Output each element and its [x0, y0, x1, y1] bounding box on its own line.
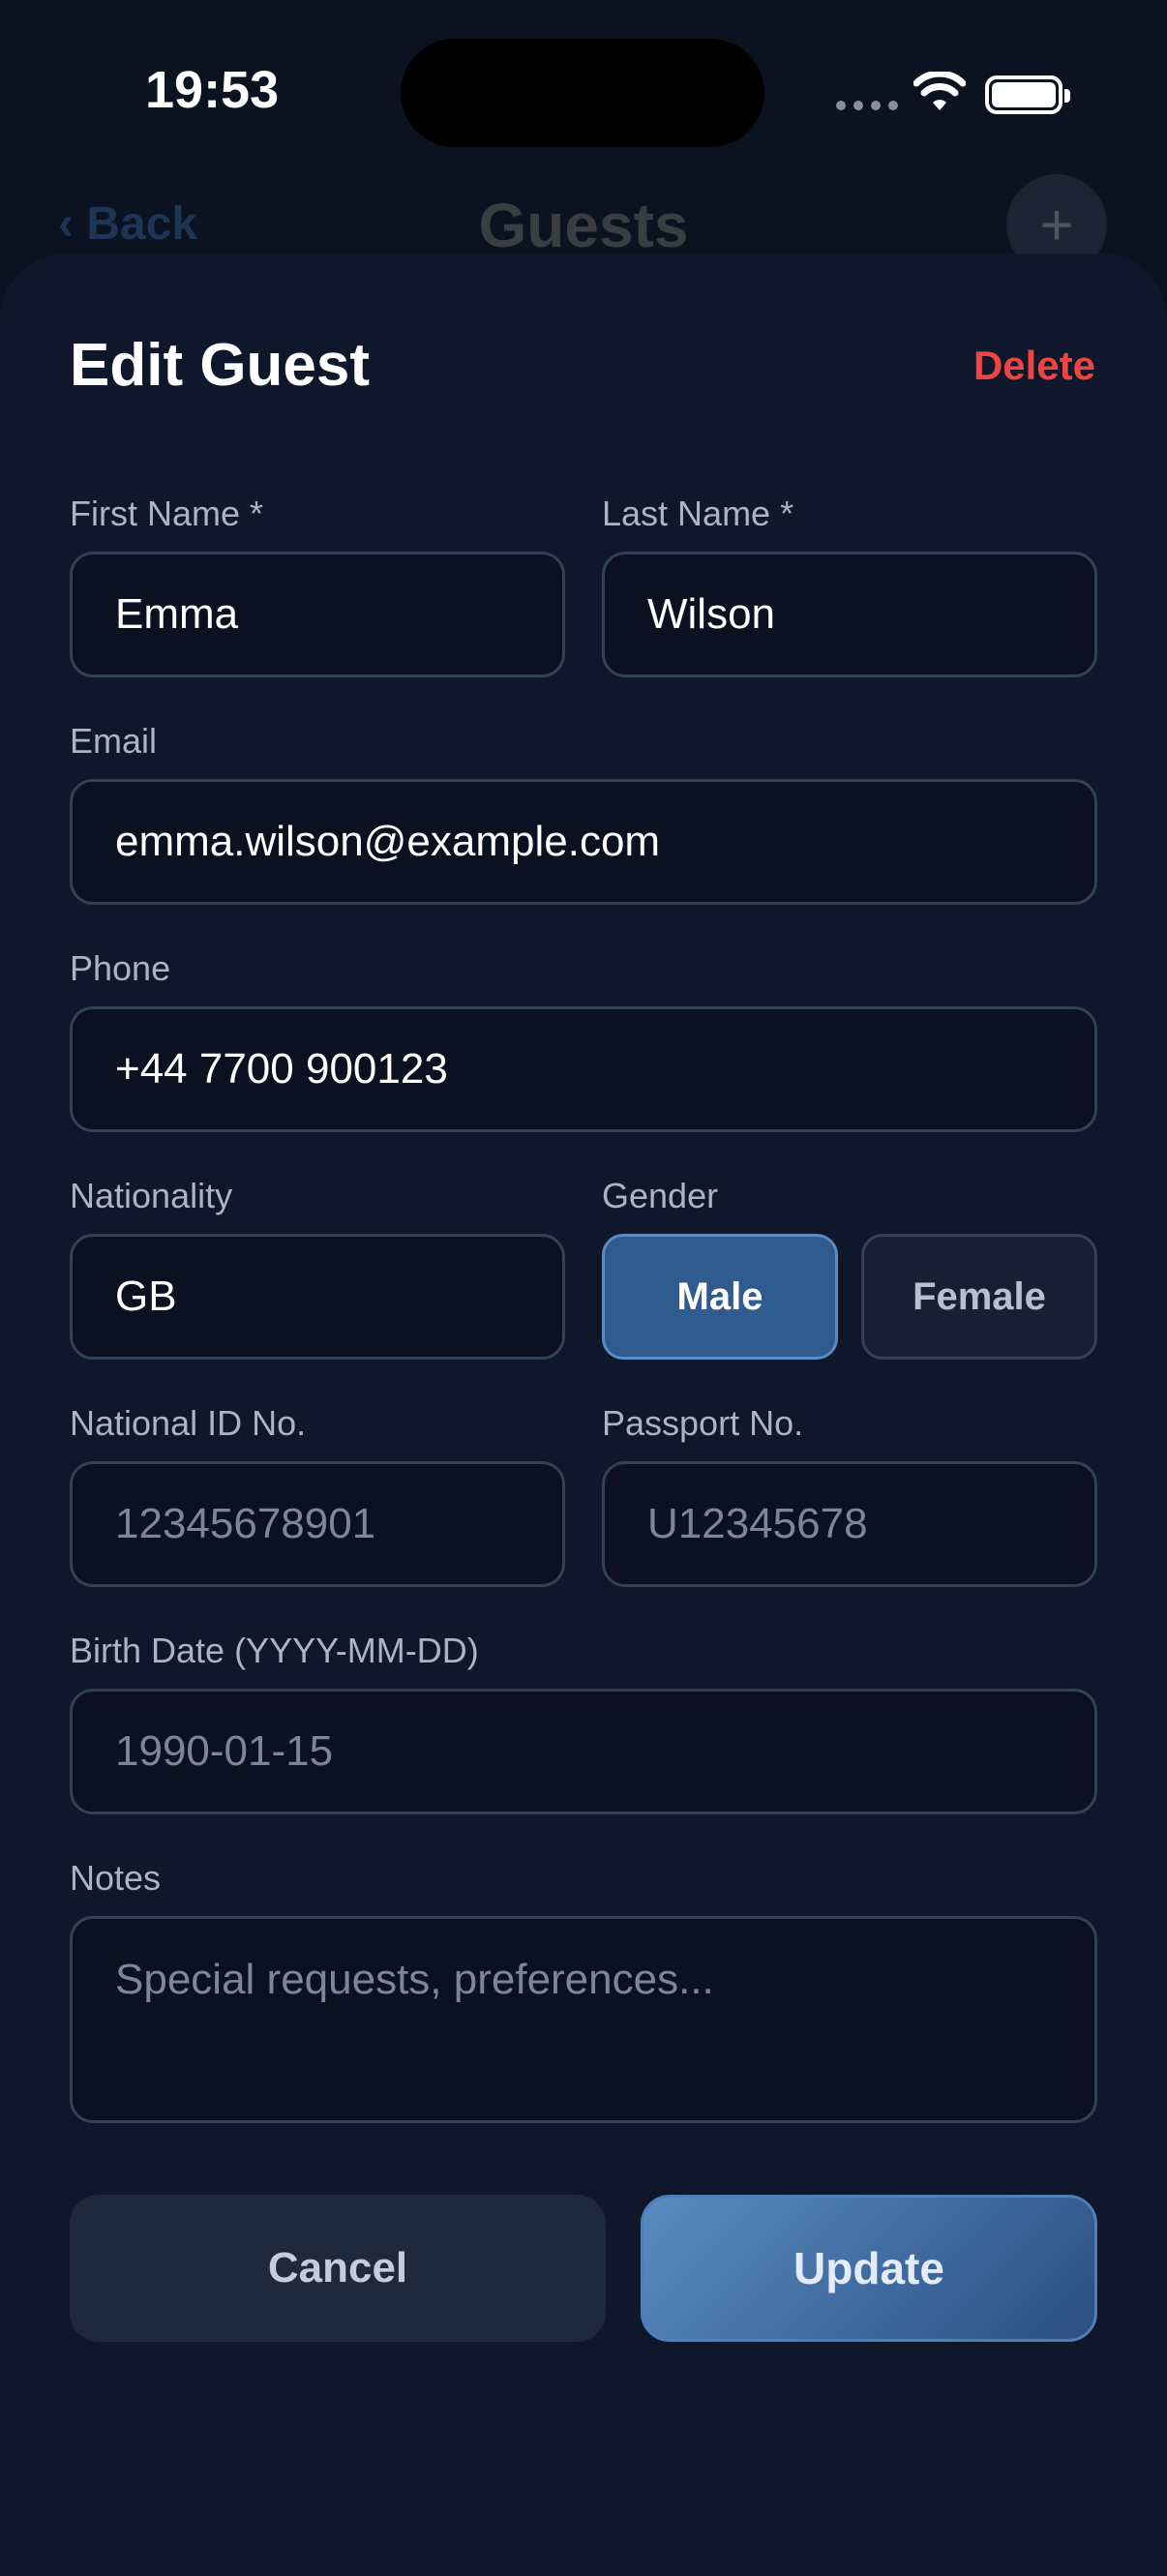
birth-date-label: Birth Date (YYYY-MM-DD)	[70, 1631, 479, 1670]
notes-textarea[interactable]: Special requests, preferences...	[70, 1916, 1097, 2123]
passport-input[interactable]: U12345678	[602, 1461, 1097, 1587]
cellular-signal-icon	[836, 101, 898, 110]
notes-label: Notes	[70, 1858, 162, 1898]
dynamic-island	[401, 39, 764, 147]
birth-date-input[interactable]: 1990-01-15	[70, 1689, 1097, 1814]
first-name-label: First Name *	[70, 494, 264, 533]
battery-icon	[985, 75, 1070, 114]
cancel-button[interactable]: Cancel	[70, 2195, 606, 2342]
national-id-label: National ID No.	[70, 1403, 307, 1443]
first-name-input[interactable]: Emma	[70, 552, 565, 677]
delete-button[interactable]: Delete	[929, 343, 1095, 389]
update-button[interactable]: Update	[641, 2195, 1097, 2342]
guests-page-title: Guests	[478, 191, 689, 260]
last-name-label: Last Name *	[602, 494, 794, 533]
email-label: Email	[70, 721, 158, 761]
nationality-input[interactable]: GB	[70, 1234, 565, 1360]
email-input[interactable]: emma.wilson@example.com	[70, 779, 1097, 905]
passport-label: Passport No.	[602, 1403, 804, 1443]
gender-label: Gender	[602, 1176, 719, 1215]
phone-label: Phone	[70, 948, 171, 988]
last-name-input[interactable]: Wilson	[602, 552, 1097, 677]
nationality-label: Nationality	[70, 1176, 233, 1215]
phone-input[interactable]: +44 7700 900123	[70, 1006, 1097, 1132]
national-id-input[interactable]: 12345678901	[70, 1461, 565, 1587]
status-time: 19:53	[145, 61, 280, 119]
wifi-icon	[913, 72, 966, 110]
gender-female-button[interactable]: Female	[861, 1234, 1097, 1360]
sheet-title: Edit Guest	[70, 332, 371, 399]
gender-male-button[interactable]: Male	[602, 1234, 838, 1360]
